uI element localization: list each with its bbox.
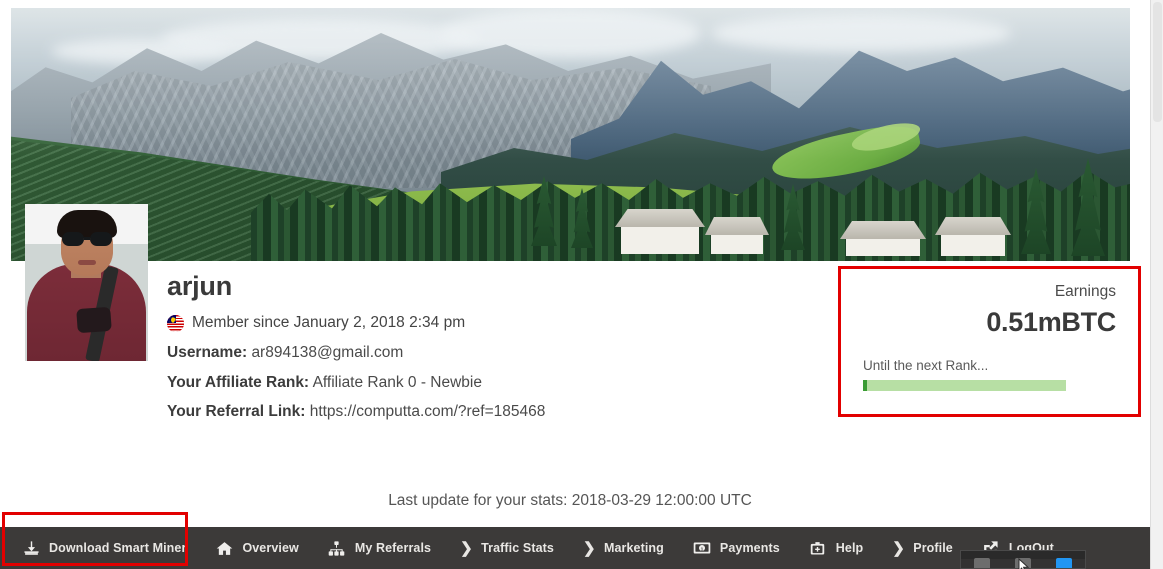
nav-item-marketing[interactable]: ❯ Marketing [583,539,677,557]
profile-display-name: arjun [167,271,233,301]
profile-rank-row: Your Affiliate Rank: Affiliate Rank 0 - … [167,373,807,394]
popup-icon-blue [1056,557,1073,568]
profile-username-row: Username: ar894138@gmail.com [167,343,807,364]
first-aid-kit-icon [809,539,827,557]
nav-item-help[interactable]: Help [809,539,877,557]
nav-label: Download Smart Miner [49,541,187,555]
chevron-right-icon: ❯ [460,540,473,557]
profile-banner-image [11,8,1130,261]
nav-item-download-smart-miner[interactable]: Download Smart Miner [22,539,199,557]
svg-text:1: 1 [701,546,704,552]
affiliate-rank-value: Affiliate Rank 0 - Newbie [312,373,482,391]
popup-icon [973,557,990,568]
vertical-scrollbar[interactable] [1150,0,1163,569]
chevron-right-icon: ❯ [582,540,596,557]
avatar-pocket [76,306,112,334]
avatar-mouth [78,260,96,265]
nav-item-profile[interactable]: ❯ Profile [892,539,966,557]
rank-progress-fill [863,380,868,391]
profile-member-since-row: ★ Member since January 2, 2018 2:34 pm [167,313,807,334]
nav-label: Marketing [603,541,664,555]
nav-label: Traffic Stats [481,541,554,555]
nav-item-overview[interactable]: Overview [215,539,311,557]
avatar-sunglasses [61,232,113,246]
malaysia-flag-icon: ★ [167,314,184,332]
banner-house [615,209,705,254]
member-since-text: Member since January 2, 2018 2:34 pm [192,313,466,331]
nav-item-traffic-stats[interactable]: ❯ Traffic Stats [460,539,567,557]
referral-link-label: Your Referral Link: [167,403,306,421]
nav-label: Payments [719,541,780,555]
sitemap-icon [328,539,346,557]
page-root: arjun ★ Member since January 2, 2018 2:3… [0,0,1163,569]
referral-link-value[interactable]: https://computta.com/?ref=185468 [310,403,546,420]
nav-item-my-referrals[interactable]: My Referrals [328,539,444,557]
nav-label: Profile [913,541,953,555]
last-update-text: Last update for your stats: 2018-03-29 1… [388,492,752,509]
home-icon [215,539,233,557]
banner-house [705,217,769,254]
earnings-amount: 0.51mBTC [986,307,1116,337]
download-icon [22,539,40,557]
banknote-icon: 1 [693,539,711,557]
mouse-cursor-icon [1018,558,1030,569]
username-value: ar894138@gmail.com [251,343,404,361]
earnings-label: Earnings [1054,283,1116,300]
scrollbar-thumb[interactable] [1153,2,1162,122]
nav-label: My Referrals [354,541,432,555]
banner-cloud [711,14,1011,52]
chevron-right-icon: ❯ [892,540,905,557]
banner-house [840,221,926,256]
affiliate-rank-label: Your Affiliate Rank: [167,373,310,391]
banner-house [935,217,1011,256]
profile-info: arjun ★ Member since January 2, 2018 2:3… [167,271,807,423]
nav-label: Help [835,541,864,555]
next-rank-label: Until the next Rank... [863,358,989,373]
rank-progress-bar [863,380,1066,391]
nav-label: Overview [242,541,299,555]
avatar [25,204,148,361]
banner-cloud [441,8,701,58]
nav-item-payments[interactable]: 1 Payments [693,539,793,557]
earnings-card: Earnings 0.51mBTC Until the next Rank... [838,266,1141,417]
profile-referral-row: Your Referral Link: https://computta.com… [167,402,807,423]
username-label: Username: [167,343,248,361]
